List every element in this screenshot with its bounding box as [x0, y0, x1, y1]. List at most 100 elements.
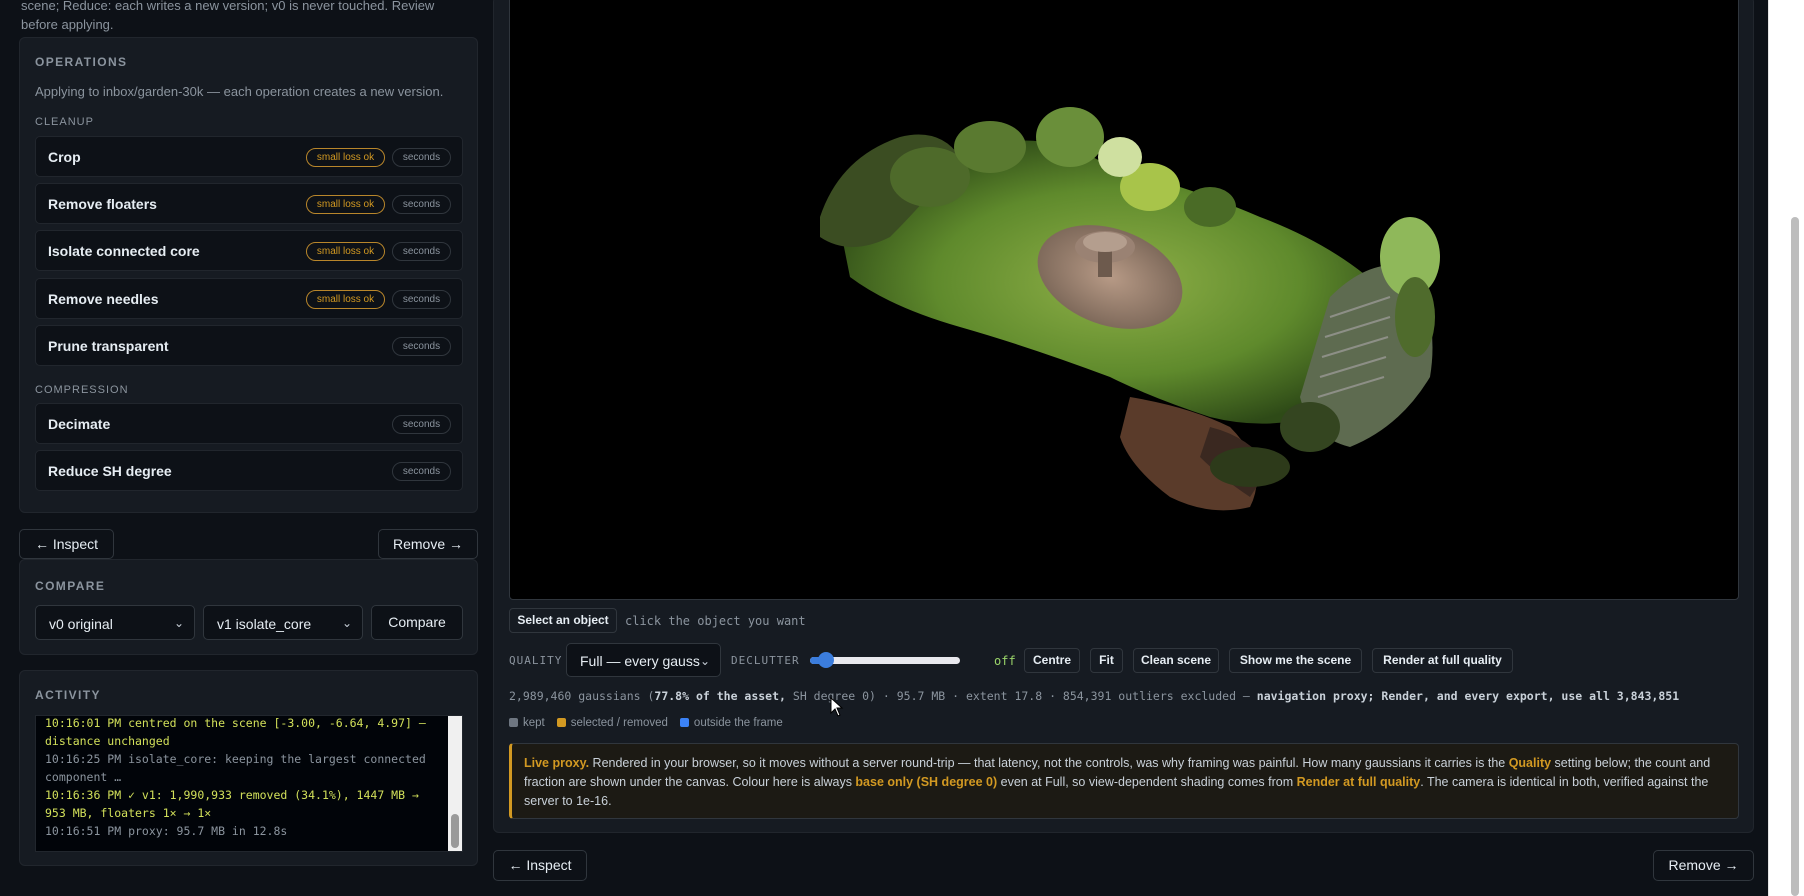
- note-quality: Quality: [1508, 756, 1552, 770]
- fit-button[interactable]: Fit: [1090, 648, 1123, 673]
- log-line: 10:16:36 PM ✓ v1: 1,990,933 removed (34.…: [45, 788, 419, 802]
- slider-handle[interactable]: [817, 652, 834, 668]
- legend-kept: kept: [509, 717, 545, 729]
- stats-details: SH degree 0) · 95.7 MB · extent 17.8 · 8…: [785, 689, 1257, 703]
- activity-log[interactable]: 10:16:01 PM centred on the scene [-3.00,…: [35, 715, 463, 852]
- declutter-value: off: [994, 654, 1016, 668]
- small-loss-badge: small loss ok: [306, 148, 385, 167]
- seconds-badge: seconds: [392, 415, 451, 434]
- scene-stats: 2,989,460 gaussians (77.8% of the asset,…: [509, 689, 1679, 703]
- small-loss-badge: small loss ok: [306, 195, 385, 214]
- intro-line-1: scene; Reduce: each writes a new version…: [21, 0, 435, 13]
- legend-swatch: [509, 718, 518, 727]
- remove-next-button-bottom[interactable]: Remove →: [1653, 850, 1754, 881]
- chevron-down-icon: ⌄: [699, 654, 710, 668]
- note-text: even at Full, so view-dependent shading …: [997, 775, 1297, 789]
- seconds-badge: seconds: [392, 337, 451, 356]
- garden-scene-render: [820, 107, 1440, 511]
- log-line: 10:16:51 PM proxy: 95.7 MB in 12.8s: [45, 824, 288, 838]
- mouse-cursor-icon: [830, 697, 844, 717]
- activity-title: ACTIVITY: [35, 688, 101, 702]
- compare-panel: COMPARE v0 original ⌄ v1 isolate_core ⌄ …: [19, 559, 478, 655]
- note-text: Rendered in your browser, so it moves wi…: [589, 756, 1509, 770]
- compare-left-select[interactable]: v0 original ⌄: [35, 605, 195, 640]
- legend-swatch: [556, 718, 566, 727]
- viewer-hint: click the object you want: [625, 614, 806, 628]
- small-loss-badge: small loss ok: [306, 290, 385, 309]
- compare-right-select[interactable]: v1 isolate_core ⌄: [203, 605, 363, 640]
- note-render-link: Render at full quality: [1296, 775, 1421, 789]
- operation-label: Decimate: [48, 416, 111, 432]
- page-scrollbar-thumb[interactable]: [1791, 217, 1799, 896]
- legend-label: outside the frame: [693, 717, 783, 729]
- cleanup-section-label: CLEANUP: [35, 116, 94, 128]
- quality-label: QUALITY: [509, 654, 563, 667]
- legend-outside: outside the frame: [679, 717, 783, 729]
- inspect-back-button-bottom[interactable]: ← Inspect: [493, 850, 587, 881]
- page-scrollbar[interactable]: [1768, 0, 1804, 896]
- activity-panel: ACTIVITY 10:16:01 PM centred on the scen…: [19, 670, 478, 866]
- operation-remove-needles[interactable]: Remove needles small loss ok seconds: [35, 278, 463, 319]
- operations-panel: OPERATIONS Applying to inbox/garden-30k …: [19, 37, 478, 513]
- legend-swatch: [679, 718, 689, 727]
- legend-selected: selected / removed: [556, 717, 668, 729]
- operation-isolate-core[interactable]: Isolate connected core small loss ok sec…: [35, 230, 463, 271]
- note-live-proxy: Live proxy.: [524, 756, 590, 770]
- chevron-down-icon: ⌄: [341, 616, 352, 630]
- operation-prune-transparent[interactable]: Prune transparent seconds: [35, 325, 463, 366]
- declutter-slider[interactable]: [810, 652, 960, 668]
- compare-button[interactable]: Compare: [371, 605, 463, 640]
- operation-label: Isolate connected core: [48, 243, 200, 259]
- scene-viewport[interactable]: [509, 0, 1739, 600]
- log-line: 10:16:01 PM centred on the scene [-3.00,…: [45, 716, 426, 730]
- operation-label: Remove needles: [48, 291, 159, 307]
- stats-count: 2,989,460 gaussians (: [509, 689, 655, 703]
- remove-next-button[interactable]: Remove →: [378, 529, 478, 559]
- live-proxy-note: Live proxy. Rendered in your browser, so…: [509, 743, 1739, 819]
- legend: kept selected / removed outside the fram…: [509, 717, 783, 729]
- log-line: 953 MB, floaters 1× → 1×: [45, 806, 212, 820]
- legend-label: kept: [523, 717, 545, 729]
- compression-section-label: COMPRESSION: [35, 384, 129, 396]
- operation-label: Crop: [48, 149, 81, 165]
- seconds-badge: seconds: [392, 195, 451, 214]
- intro-text: scene; Reduce: each writes a new version…: [21, 0, 471, 34]
- operation-label: Reduce SH degree: [48, 463, 172, 479]
- operation-remove-floaters[interactable]: Remove floaters small loss ok seconds: [35, 183, 463, 224]
- show-scene-button[interactable]: Show me the scene: [1229, 648, 1362, 673]
- operation-decimate[interactable]: Decimate seconds: [35, 403, 463, 444]
- clean-scene-button[interactable]: Clean scene: [1133, 648, 1219, 673]
- seconds-badge: seconds: [392, 148, 451, 167]
- scrollbar-thumb[interactable]: [451, 814, 459, 848]
- operation-label: Prune transparent: [48, 338, 169, 354]
- declutter-label: DECLUTTER: [731, 654, 800, 667]
- seconds-badge: seconds: [392, 462, 451, 481]
- seconds-badge: seconds: [392, 290, 451, 309]
- operations-subtitle: Applying to inbox/garden-30k — each oper…: [35, 84, 444, 99]
- small-loss-badge: small loss ok: [306, 242, 385, 261]
- operation-label: Remove floaters: [48, 196, 157, 212]
- quality-select[interactable]: Full — every gauss ⌄: [566, 643, 721, 677]
- stats-fraction: 77.8% of the asset,: [654, 689, 786, 703]
- quality-value: Full — every gauss: [580, 653, 700, 669]
- select-object-button[interactable]: Select an object: [509, 608, 617, 633]
- compare-left-value: v0 original: [49, 616, 113, 632]
- intro-line-2: before applying.: [21, 17, 114, 32]
- inspect-back-button[interactable]: ← Inspect: [19, 529, 114, 559]
- chevron-down-icon: ⌄: [173, 616, 184, 630]
- operation-crop[interactable]: Crop small loss ok seconds: [35, 136, 463, 177]
- stats-proxy-note: navigation proxy; Render, and every expo…: [1256, 689, 1680, 703]
- operations-title: OPERATIONS: [35, 55, 128, 69]
- centre-button[interactable]: Centre: [1024, 648, 1080, 673]
- log-line: 10:16:25 PM isolate_core: keeping the la…: [45, 752, 426, 766]
- render-full-quality-button[interactable]: Render at full quality: [1372, 648, 1513, 673]
- operation-reduce-sh[interactable]: Reduce SH degree seconds: [35, 450, 463, 491]
- log-line: distance unchanged: [45, 734, 170, 748]
- compare-right-value: v1 isolate_core: [217, 616, 312, 632]
- activity-scrollbar[interactable]: [448, 716, 462, 851]
- seconds-badge: seconds: [392, 242, 451, 261]
- legend-label: selected / removed: [570, 717, 668, 729]
- note-base-only: base only (SH degree 0): [855, 775, 998, 789]
- compare-title: COMPARE: [35, 579, 106, 593]
- log-line: component …: [45, 770, 122, 784]
